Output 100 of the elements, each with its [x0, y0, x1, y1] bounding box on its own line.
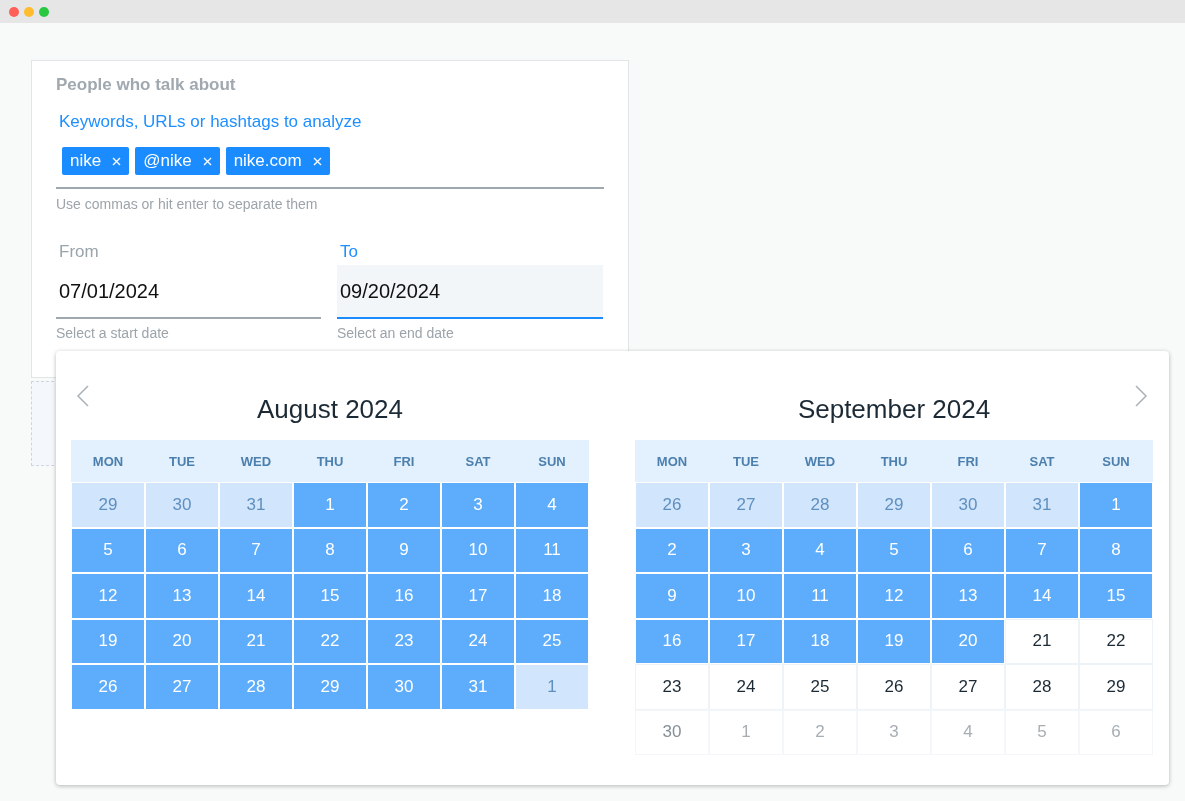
date-cell[interactable]: 26 [72, 665, 144, 709]
close-button[interactable] [9, 6, 19, 17]
date-cell[interactable]: 14 [220, 574, 292, 618]
tag-text: nike.com [233, 151, 302, 171]
weekday-label: WED [240, 453, 272, 469]
weekday-label: MON [92, 453, 124, 469]
date-cell[interactable]: 24 [442, 619, 514, 663]
keyword-tag[interactable]: nike [62, 147, 130, 175]
date-cell[interactable]: 28 [1006, 665, 1078, 709]
date-cell[interactable]: 26 [858, 665, 930, 709]
date-cell[interactable]: 4 [784, 528, 856, 572]
date-cell[interactable]: 1 [710, 710, 782, 754]
date-cell[interactable]: 20 [146, 619, 218, 663]
date-cell[interactable]: 22 [294, 619, 366, 663]
date-input-field[interactable]: 07/01/2024 [56, 265, 321, 319]
minimize-button[interactable] [24, 6, 34, 17]
date-cell[interactable]: 15 [1080, 574, 1152, 618]
date-cell[interactable]: 18 [784, 619, 856, 663]
date-cell[interactable]: 8 [294, 528, 366, 572]
date-cell[interactable]: 30 [932, 483, 1004, 527]
tags-input-field[interactable]: nike @nike nike.com [56, 147, 604, 189]
date-cell[interactable]: 11 [516, 528, 588, 572]
date-cell[interactable]: 13 [146, 574, 218, 618]
date-cell[interactable]: 7 [1006, 528, 1078, 572]
date-cell[interactable]: 3 [442, 483, 514, 527]
date-cell[interactable]: 10 [710, 574, 782, 618]
date-cell[interactable]: 31 [220, 483, 292, 527]
date-cell[interactable]: 18 [516, 574, 588, 618]
keyword-tag[interactable]: nike.com [225, 147, 330, 175]
date-cell[interactable]: 25 [516, 619, 588, 663]
date-cell[interactable]: 2 [784, 710, 856, 754]
date-cell[interactable]: 21 [1006, 619, 1078, 663]
date-cell[interactable]: 29 [1080, 665, 1152, 709]
date-cell[interactable]: 28 [784, 483, 856, 527]
date-cell[interactable]: 30 [636, 710, 708, 754]
date-cell[interactable]: 27 [710, 483, 782, 527]
date-cell[interactable]: 2 [368, 483, 440, 527]
date-cell[interactable]: 12 [72, 574, 144, 618]
date-cell[interactable]: 20 [932, 619, 1004, 663]
date-cell[interactable]: 26 [636, 483, 708, 527]
date-cell[interactable]: 3 [710, 528, 782, 572]
weekday-label: SAT [465, 453, 491, 469]
date-cell[interactable]: 28 [220, 665, 292, 709]
date-cell[interactable]: 31 [1006, 483, 1078, 527]
date-cell[interactable]: 1 [294, 483, 366, 527]
next-month-button[interactable] [1134, 385, 1148, 407]
close-icon[interactable] [202, 156, 212, 166]
date-cell[interactable]: 24 [710, 665, 782, 709]
card-title: People who talk about [56, 74, 237, 96]
date-cell[interactable]: 4 [516, 483, 588, 527]
date-cell[interactable]: 10 [442, 528, 514, 572]
date-cell[interactable]: 1 [1080, 483, 1152, 527]
date-cell[interactable]: 21 [220, 619, 292, 663]
date-cell[interactable]: 29 [858, 483, 930, 527]
date-cell[interactable]: 6 [1080, 710, 1152, 754]
date-cell[interactable]: 23 [636, 665, 708, 709]
date-cell[interactable]: 4 [932, 710, 1004, 754]
date-cell[interactable]: 17 [442, 574, 514, 618]
date-cell[interactable]: 16 [636, 619, 708, 663]
date-cell[interactable]: 17 [710, 619, 782, 663]
date-cell[interactable]: 8 [1080, 528, 1152, 572]
date-cell[interactable]: 27 [146, 665, 218, 709]
date-cell[interactable]: 15 [294, 574, 366, 618]
date-cell[interactable]: 12 [858, 574, 930, 618]
date-cell[interactable]: 25 [784, 665, 856, 709]
date-cell[interactable]: 6 [146, 528, 218, 572]
date-cell[interactable]: 5 [72, 528, 144, 572]
date-cell[interactable]: 30 [146, 483, 218, 527]
date-cell[interactable]: 2 [636, 528, 708, 572]
date-cell[interactable]: 22 [1080, 619, 1152, 663]
keywords-label: Keywords, URLs or hashtags to analyze [59, 111, 363, 133]
date-cell[interactable]: 16 [368, 574, 440, 618]
date-cell[interactable]: 9 [636, 574, 708, 618]
date-cell[interactable]: 19 [858, 619, 930, 663]
date-cell[interactable]: 5 [858, 528, 930, 572]
weekday-label: WED [804, 453, 836, 469]
close-icon[interactable] [112, 156, 122, 166]
date-cell[interactable]: 29 [294, 665, 366, 709]
date-cell[interactable]: 11 [784, 574, 856, 618]
date-cell[interactable]: 31 [442, 665, 514, 709]
date-cell[interactable]: 3 [858, 710, 930, 754]
date-cell[interactable]: 14 [1006, 574, 1078, 618]
weekday-label: THU [316, 453, 344, 469]
date-cell[interactable]: 1 [516, 665, 588, 709]
date-cell[interactable]: 29 [72, 483, 144, 527]
keyword-tag[interactable]: @nike [135, 147, 220, 175]
date-cell[interactable]: 7 [220, 528, 292, 572]
date-cell[interactable]: 19 [72, 619, 144, 663]
date-cell[interactable]: 13 [932, 574, 1004, 618]
date-cell[interactable]: 9 [368, 528, 440, 572]
date-cell[interactable]: 6 [932, 528, 1004, 572]
prev-month-button[interactable] [76, 385, 90, 407]
date-cell[interactable]: 30 [368, 665, 440, 709]
date-cell[interactable]: 23 [368, 619, 440, 663]
date-cell[interactable]: 5 [1006, 710, 1078, 754]
date-input-field[interactable]: 09/20/2024 [337, 265, 603, 319]
close-icon[interactable] [312, 156, 322, 166]
zoom-button[interactable] [39, 6, 49, 17]
date-cell[interactable]: 27 [932, 665, 1004, 709]
month-title: August 2024 [257, 394, 403, 424]
